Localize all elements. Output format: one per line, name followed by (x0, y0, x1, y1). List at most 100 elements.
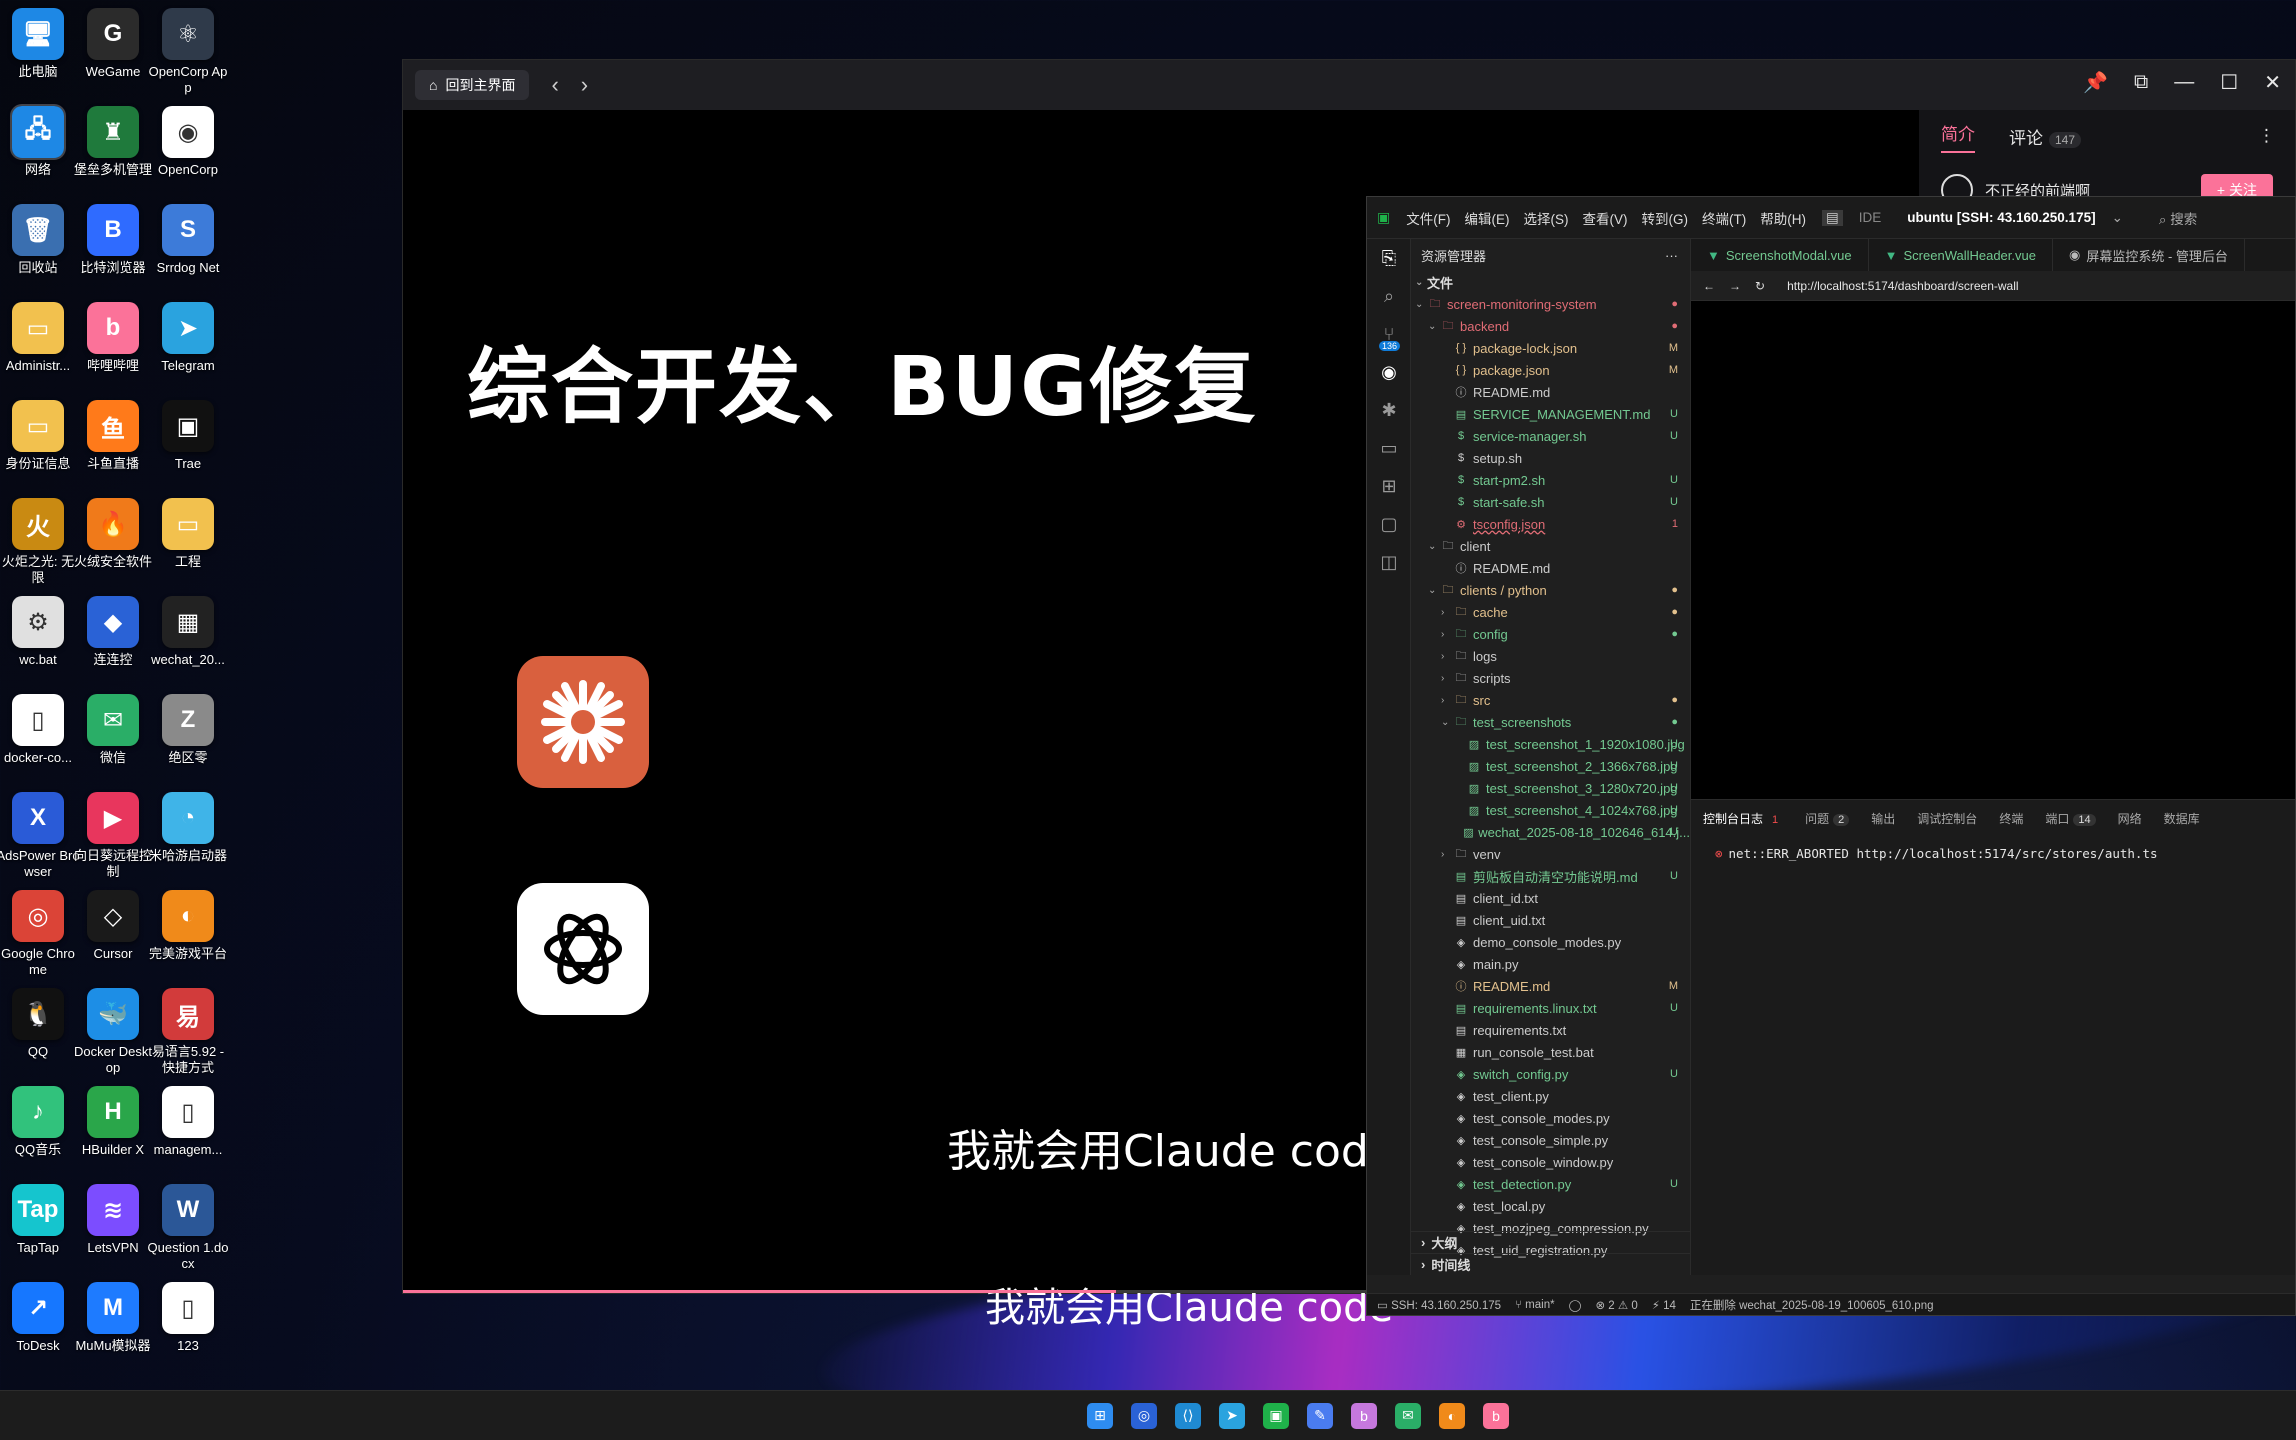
bilibili-live-icon[interactable]: b (1483, 1402, 1509, 1429)
desktop-icon[interactable]: ⚛ OpenCorp App (149, 8, 227, 96)
editor-tab[interactable]: ▼ ScreenWallHeader.vue (1869, 239, 2053, 271)
tree-folder[interactable]: › 🗀 scripts (1411, 667, 1690, 689)
notes-icon[interactable]: ✎ (1307, 1402, 1333, 1429)
browser-back-icon[interactable]: ← (1703, 279, 1715, 293)
preview-eye-icon[interactable]: ◉ (1367, 353, 1411, 391)
more-options-icon[interactable]: ⋮ (2258, 126, 2275, 146)
desktop-icon[interactable]: ◆ 连连控 (75, 596, 151, 668)
tree-folder[interactable]: ⌄ 🗀 clients / python ● (1411, 579, 1690, 601)
desktop-icon[interactable]: ▭ 身份证信息 (0, 400, 76, 472)
tree-file[interactable]: ▨ test_screenshot_2_1366x768.jpg U (1411, 755, 1690, 777)
tree-file[interactable]: ◈ demo_console_modes.py (1411, 931, 1690, 953)
files-section-header[interactable]: ⌄ 文件 (1411, 271, 1690, 293)
desktop-icon[interactable]: 🐳 Docker Desktop (74, 988, 152, 1076)
tree-file[interactable]: ▤ client_id.txt (1411, 887, 1690, 909)
desktop-icon[interactable]: W Question 1.docx (148, 1184, 228, 1272)
panel-tab[interactable]: 问题 2 (1805, 810, 1850, 827)
panel-tab[interactable]: 输出 (1871, 810, 1895, 827)
desktop-icon[interactable]: ➤ Telegram (150, 302, 226, 374)
menu-item[interactable]: 文件(F) (1406, 208, 1450, 228)
desktop-icon[interactable]: ▣ Trae (150, 400, 226, 472)
tree-file[interactable]: ▤ SERVICE_MANAGEMENT.md U (1411, 403, 1690, 425)
timeline-section[interactable]: › 时间线 (1411, 1253, 1690, 1275)
desktop-icon[interactable]: G WeGame (75, 8, 151, 80)
forward-arrow-icon[interactable]: › (581, 72, 588, 98)
desktop-icon[interactable]: ▦ wechat_20... (150, 596, 226, 668)
tree-file[interactable]: ◈ test_detection.py U (1411, 1173, 1690, 1195)
desktop-icon[interactable]: S Srrdog Net (150, 204, 226, 276)
maximize-icon[interactable]: ☐ (2220, 70, 2238, 95)
chevron-down-icon[interactable]: ⌄ (2112, 210, 2123, 226)
browser-reload-icon[interactable]: ↻ (1755, 279, 1765, 293)
desktop-icon[interactable]: ◉ OpenCorp (150, 106, 226, 178)
tree-file[interactable]: { } package-lock.json M (1411, 337, 1690, 359)
desktop-icon[interactable]: ◎ Google Chrome (0, 890, 76, 978)
tree-folder[interactable]: › 🗀 venv (1411, 843, 1690, 865)
desktop-icon[interactable]: B 比特浏览器 (75, 204, 151, 276)
desktop-icon[interactable]: 🖥 此电脑 (0, 8, 76, 80)
desktop-icon[interactable]: ▯ 123 (150, 1282, 226, 1354)
desktop-icon[interactable]: 🖧 网络 (0, 104, 76, 178)
tree-folder[interactable]: ⌄ 🗀 screen-monitoring-system ● (1411, 293, 1690, 315)
remote-status[interactable]: ▭ SSH: 43.160.250.175 (1377, 1298, 1501, 1312)
debug-icon[interactable]: ✱ (1367, 391, 1411, 429)
panel-tab[interactable]: 终端 (1999, 810, 2023, 827)
desktop-icon[interactable]: ⚙ wc.bat (0, 596, 76, 668)
desktop-icon[interactable]: 鱼斗鱼直播 (75, 400, 151, 472)
desktop-icon[interactable]: ◐ 完美游戏平台 (149, 890, 227, 962)
tree-folder[interactable]: ⌄ 🗀 backend ● (1411, 315, 1690, 337)
tree-file[interactable]: ◈ switch_config.py U (1411, 1063, 1690, 1085)
branch-status[interactable]: ⑂ main* (1515, 1299, 1555, 1311)
remote-explorer-icon[interactable]: ▭ (1367, 429, 1411, 467)
tree-file[interactable]: $ start-safe.sh U (1411, 491, 1690, 513)
start-icon[interactable]: ⊞ (1087, 1402, 1113, 1429)
browser-forward-icon[interactable]: → (1729, 279, 1741, 293)
desktop-icon[interactable]: ▭ Administr... (0, 302, 76, 374)
tree-file[interactable]: ⓘ README.md M (1411, 975, 1690, 997)
tree-file[interactable]: ▨ test_screenshot_4_1024x768.jpg U (1411, 799, 1690, 821)
panel-tab[interactable]: 控制台日志 1 (1703, 810, 1783, 827)
tree-file[interactable]: { } package.json M (1411, 359, 1690, 381)
tree-folder[interactable]: ⌄ 🗀 client (1411, 535, 1690, 557)
database-icon[interactable]: ◫ (1367, 543, 1411, 581)
menu-item[interactable]: 帮助(H) (1760, 208, 1806, 228)
desktop-icon[interactable]: 🗑 回收站 (0, 204, 76, 276)
tree-folder[interactable]: ⌄ 🗀 test_screenshots ● (1411, 711, 1690, 733)
ports-status[interactable]: ⚡ 14 (1652, 1298, 1676, 1312)
panel-tab[interactable]: 数据库 (2164, 810, 2200, 827)
vscode-icon[interactable]: ⟨⟩ (1175, 1402, 1201, 1429)
mini-player-icon[interactable]: ⧉ (2134, 71, 2148, 94)
tree-file[interactable]: ▤ requirements.txt (1411, 1019, 1690, 1041)
desktop-icon[interactable]: ↗ ToDesk (0, 1282, 76, 1354)
tree-file[interactable]: ▨ wechat_2025-08-18_102646_614.j... U (1411, 821, 1690, 843)
monitor-icon[interactable]: ▢ (1367, 505, 1411, 543)
tree-file[interactable]: ▤ client_uid.txt (1411, 909, 1690, 931)
search-files-icon[interactable]: ⌕ (1367, 277, 1411, 315)
tree-file[interactable]: $ service-manager.sh U (1411, 425, 1690, 447)
outline-section[interactable]: › 大纲 (1411, 1231, 1690, 1253)
tree-file[interactable]: $ setup.sh (1411, 447, 1690, 469)
sync-icon[interactable]: ◯ (1569, 1298, 1582, 1312)
desktop-icon[interactable]: X AdsPower Browser (0, 792, 80, 880)
panel-tab[interactable]: 调试控制台 (1917, 810, 1977, 827)
desktop-icon[interactable]: ♪ QQ音乐 (0, 1086, 76, 1158)
tree-folder[interactable]: › 🗀 config ● (1411, 623, 1690, 645)
desktop-icon[interactable]: ◔ 米哈游启动器 (149, 792, 227, 864)
tree-file[interactable]: ▤ requirements.linux.txt U (1411, 997, 1690, 1019)
tree-file[interactable]: ⓘ README.md (1411, 557, 1690, 579)
menu-item[interactable]: 终端(T) (1702, 208, 1746, 228)
extensions-icon[interactable]: ⊞ (1367, 467, 1411, 505)
explorer-more-icon[interactable]: ··· (1665, 248, 1678, 263)
problems-status[interactable]: ⊗ 2 ⚠ 0 (1595, 1298, 1637, 1312)
desktop-icon[interactable]: 火火炬之光: 无限 (0, 498, 76, 586)
tree-file[interactable]: $ start-pm2.sh U (1411, 469, 1690, 491)
desktop-icon[interactable]: ▯ docker-co... (0, 694, 76, 766)
tree-file[interactable]: ▨ test_screenshot_3_1280x720.jpg U (1411, 777, 1690, 799)
menu-item[interactable]: 转到(G) (1641, 208, 1688, 228)
tab-intro[interactable]: 简介 (1941, 120, 1975, 153)
desktop-icon[interactable]: ▶ 向日葵远程控制 (74, 792, 152, 880)
desktop-icon[interactable]: ≋ LetsVPN (75, 1184, 151, 1256)
desktop-icon[interactable]: ✉ 微信 (75, 694, 151, 766)
tree-file[interactable]: ◈ test_console_window.py (1411, 1151, 1690, 1173)
desktop-icon[interactable]: H HBuilder X (75, 1086, 151, 1158)
